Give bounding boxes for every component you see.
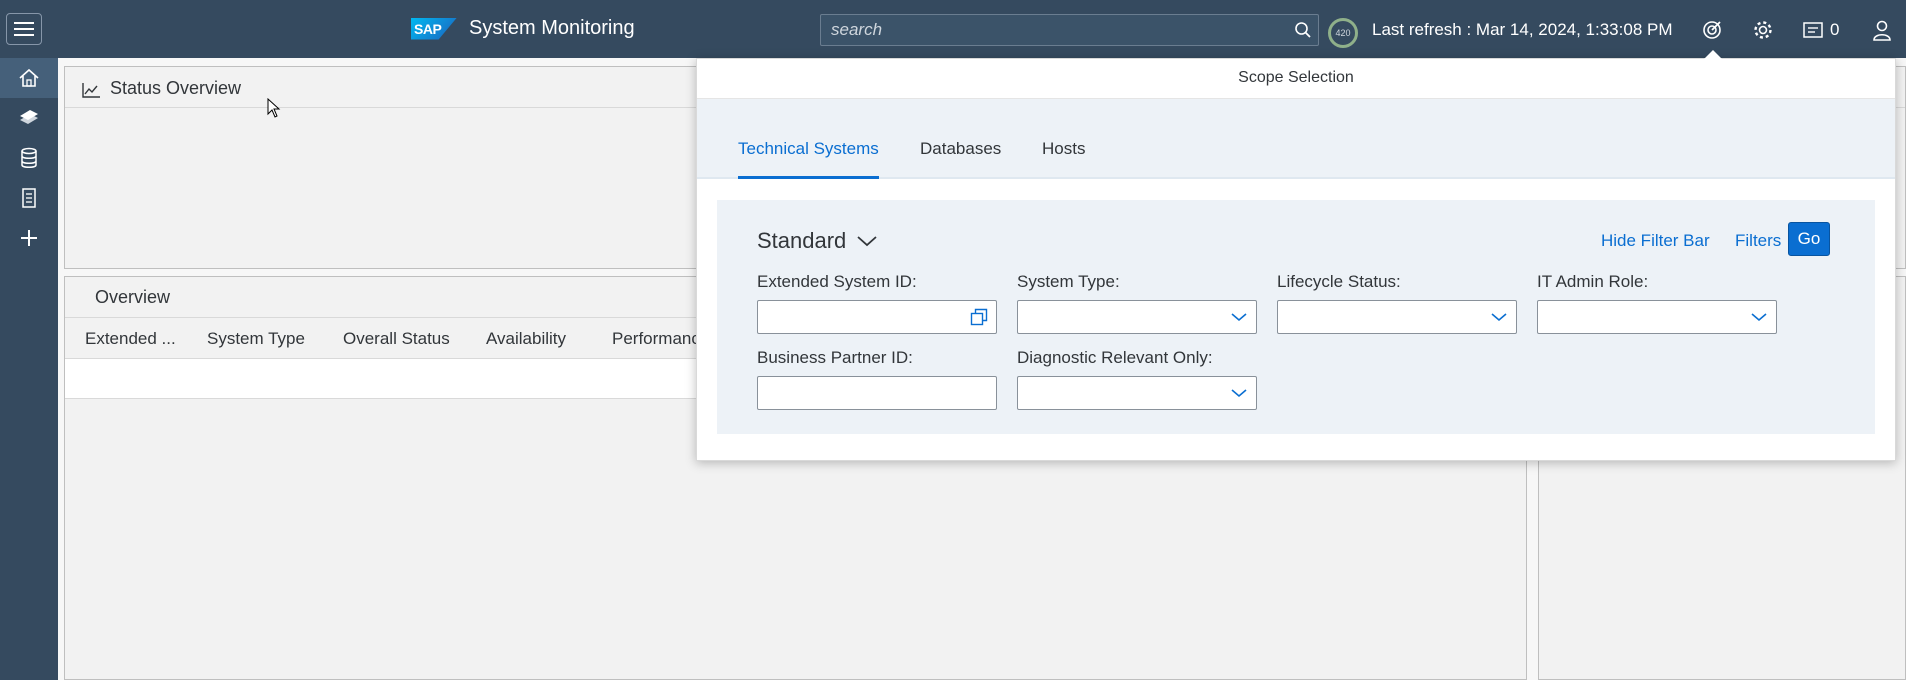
it-admin-role-label: IT Admin Role: [1537, 272, 1649, 291]
tab-technical-systems[interactable]: Technical Systems [738, 139, 879, 179]
refresh-indicator-icon[interactable]: 420 [1328, 18, 1358, 48]
extended-system-id-field[interactable] [757, 300, 997, 334]
status-overview-title: Status Overview [110, 78, 242, 98]
sap-logo: SAP [411, 17, 457, 40]
scope-target-icon[interactable] [1698, 16, 1726, 44]
chevron-down-icon [1231, 389, 1247, 398]
add-icon [21, 230, 37, 246]
systems-icon [20, 110, 38, 124]
filters-link[interactable]: Filters [1735, 231, 1781, 251]
hide-filter-bar-link[interactable]: Hide Filter Bar [1601, 231, 1710, 251]
last-refresh-text: Last refresh : Mar 14, 2024, 1:33:08 PM [1372, 20, 1673, 39]
user-icon[interactable] [1868, 16, 1896, 44]
nav-database[interactable] [0, 138, 58, 178]
nav-home[interactable] [0, 58, 58, 98]
hamburger-icon [14, 28, 34, 30]
diagnostic-relevant-only-label: Diagnostic Relevant Only: [1017, 348, 1213, 367]
notifications-icon[interactable] [1799, 16, 1827, 44]
system-type-select[interactable] [1017, 300, 1257, 334]
tab-databases[interactable]: Databases [920, 139, 1001, 176]
home-icon [19, 68, 39, 87]
nav-add[interactable] [0, 218, 58, 258]
it-admin-role-select[interactable] [1537, 300, 1777, 334]
search-input[interactable] [831, 20, 1288, 40]
mouse-cursor-icon [267, 97, 281, 123]
variant-label: Standard [757, 228, 847, 253]
column-header[interactable]: Extended ... [85, 329, 176, 349]
app-title: System Monitoring [469, 17, 635, 39]
scope-selection-popover: Scope Selection Technical Systems Databa… [696, 58, 1896, 461]
notification-count: 0 [1830, 20, 1840, 39]
column-header[interactable]: System Type [207, 329, 305, 349]
menu-button[interactable] [6, 13, 42, 45]
column-header[interactable]: Overall Status [343, 329, 450, 349]
business-partner-id-field[interactable] [757, 376, 997, 410]
column-header[interactable]: Performance [612, 329, 709, 349]
tab-hosts[interactable]: Hosts [1042, 139, 1085, 176]
document-icon [22, 188, 36, 208]
scope-selection-title: Scope Selection [697, 59, 1895, 99]
tab-bar: Technical Systems Databases Hosts [697, 99, 1895, 179]
nav-systems[interactable] [0, 98, 58, 138]
nav-document[interactable] [0, 178, 58, 218]
diagnostic-relevant-only-select[interactable] [1017, 376, 1257, 410]
extended-system-id-label: Extended System ID: [757, 272, 917, 291]
brand[interactable]: SAP System Monitoring [411, 17, 635, 40]
chart-icon [81, 81, 101, 104]
popover-arrow [1703, 50, 1723, 60]
chevron-down-icon [857, 236, 877, 247]
lifecycle-status-label: Lifecycle Status: [1277, 272, 1401, 291]
side-navigation [0, 58, 58, 680]
chevron-down-icon [1231, 313, 1247, 322]
search-icon[interactable] [1288, 15, 1318, 45]
column-header[interactable]: Availability [486, 329, 566, 349]
search-field[interactable] [820, 14, 1319, 46]
variant-selector[interactable]: Standard [757, 228, 878, 254]
business-partner-id-label: Business Partner ID: [757, 348, 913, 367]
lifecycle-status-select[interactable] [1277, 300, 1517, 334]
overview-title: Overview [95, 287, 171, 307]
go-button[interactable]: Go [1788, 222, 1830, 256]
filter-bar: Standard Hide Filter Bar Filters Go Exte… [717, 200, 1875, 434]
system-type-label: System Type: [1017, 272, 1120, 291]
gear-icon[interactable] [1749, 16, 1777, 44]
chevron-down-icon [1491, 313, 1507, 322]
value-help-icon[interactable] [970, 308, 988, 326]
shell-header: SAP System Monitoring 420 Last refresh :… [0, 0, 1906, 58]
chevron-down-icon [1751, 313, 1767, 322]
database-icon [21, 147, 37, 168]
